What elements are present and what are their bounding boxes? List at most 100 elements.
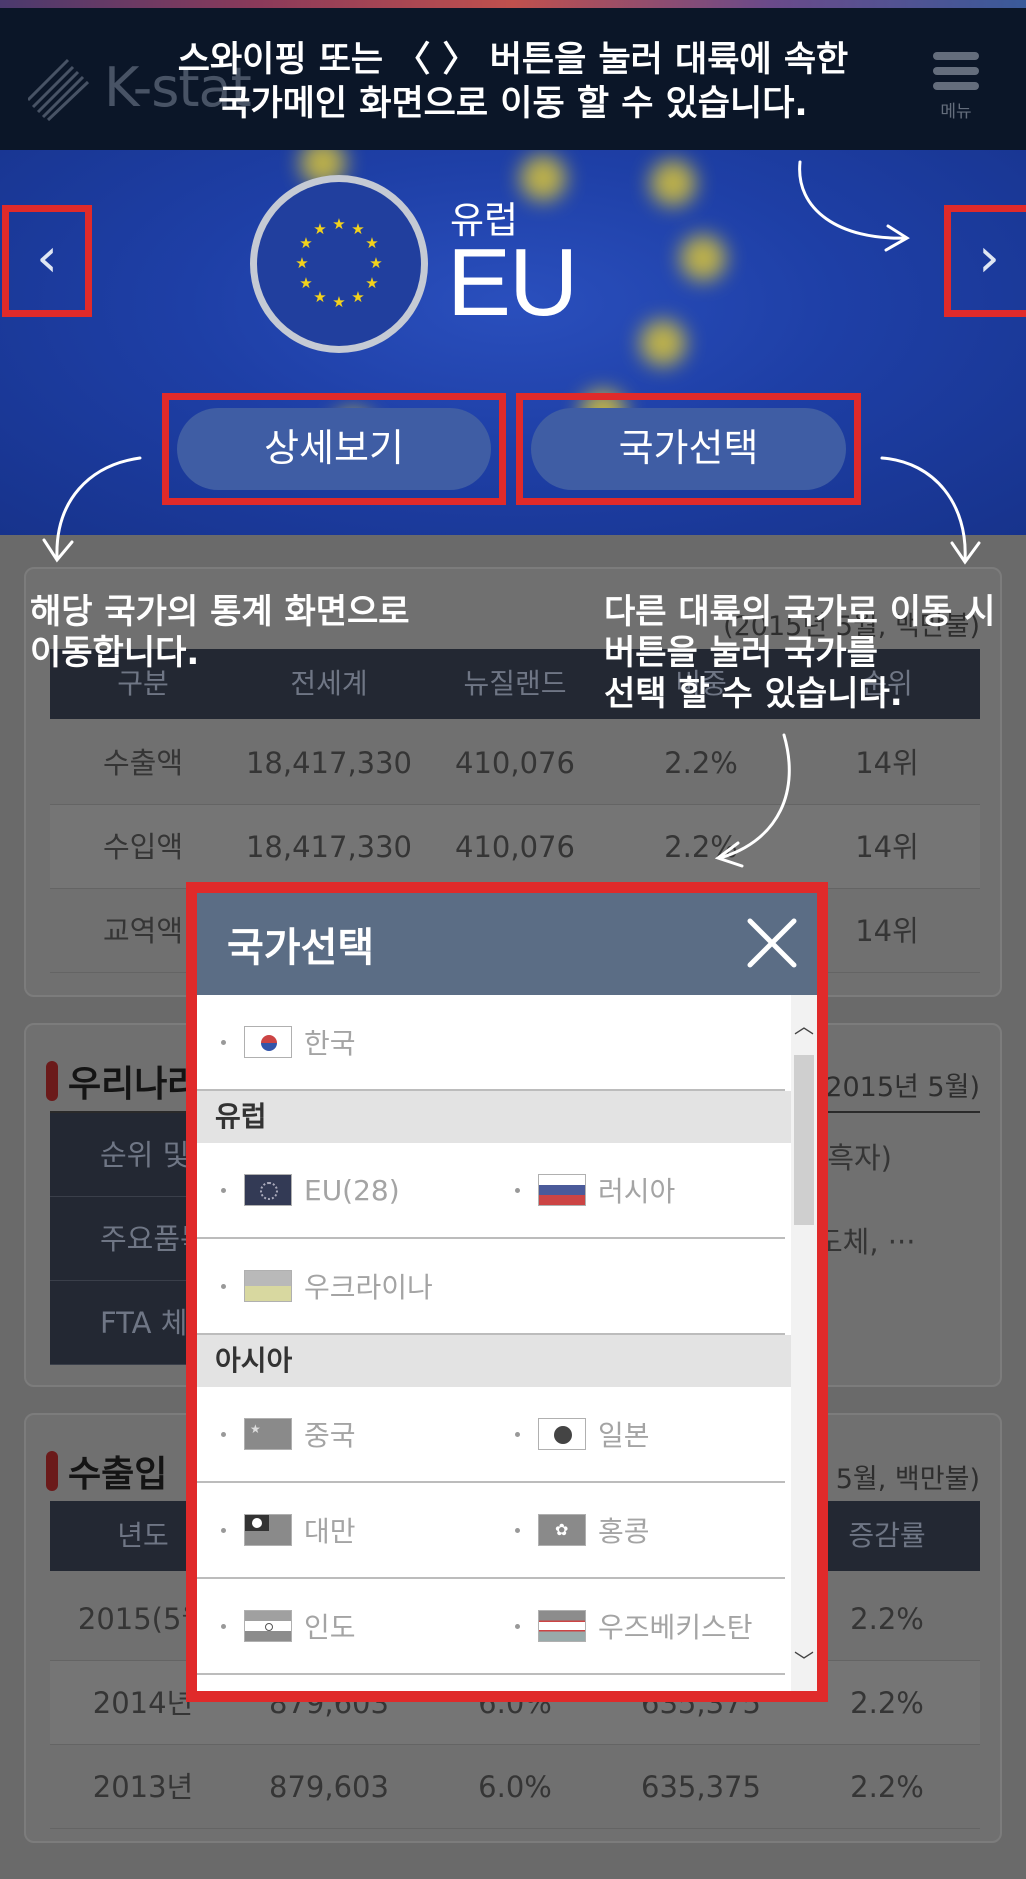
svg-text:★: ★ xyxy=(299,234,312,252)
china-flag-icon: ★ xyxy=(244,1418,292,1450)
title-marker xyxy=(46,1061,58,1101)
table-cell: 18,417,330 xyxy=(245,746,413,780)
country-option-taiwan[interactable]: 대만 xyxy=(197,1510,491,1550)
country-option-uzbekistan[interactable]: 우즈베키스탄 xyxy=(491,1606,785,1646)
background-star xyxy=(640,320,686,366)
scrollbar-thumb[interactable] xyxy=(794,1055,814,1225)
eu-flag-emblem: ★ ★ ★ ★ ★ ★ ★ ★ ★ ★ ★ ★ xyxy=(250,175,428,353)
table-row: 수출액 18,417,330 410,076 2.2% 14위 xyxy=(50,721,980,805)
bullet-icon xyxy=(221,1039,226,1045)
group-header-europe: 유럽 xyxy=(197,1091,791,1143)
popup-scrollbar[interactable]: ︿ ﹀ xyxy=(791,995,817,1691)
list-item: 대만 ✿ 홍콩 xyxy=(197,1483,785,1579)
korea-card-note: (2015년 5월) xyxy=(814,1072,980,1103)
svg-text:★: ★ xyxy=(332,215,345,233)
table-cell: 수입액 xyxy=(102,830,184,864)
chevron-left-icon: ‹ xyxy=(36,226,58,289)
bullet-icon xyxy=(221,1527,226,1533)
korea-card-title-text: 우리나라 xyxy=(68,1064,201,1105)
import-export-title-text: 수출입 xyxy=(68,1454,168,1495)
country-select-label: 국가선택 xyxy=(531,408,846,490)
eu-flag-icon xyxy=(244,1174,292,1206)
table-cell: 2.2% xyxy=(664,830,738,864)
country-name: 우크라이나 xyxy=(304,1271,433,1304)
import-export-note: 5월, 백만불) xyxy=(835,1464,980,1495)
country-option-eu[interactable]: EU(28) xyxy=(197,1174,491,1207)
country-name: 홍콩 xyxy=(598,1515,650,1548)
chevron-right-icon: › xyxy=(978,226,1000,289)
detail-view-label: 상세보기 xyxy=(177,408,491,490)
chevron-up-icon[interactable]: ︿ xyxy=(793,1015,815,1037)
list-item: ★ 중국 일본 xyxy=(197,1387,785,1483)
russia-flag-icon xyxy=(538,1174,586,1206)
chevron-down-icon[interactable]: ﹀ xyxy=(793,1650,815,1672)
table-cell: 2013년 xyxy=(92,1770,194,1804)
bullet-icon xyxy=(221,1187,226,1193)
bullet-icon xyxy=(515,1527,520,1533)
india-flag-icon xyxy=(244,1610,292,1642)
svg-text:★: ★ xyxy=(299,274,312,292)
bullet-icon xyxy=(515,1623,520,1629)
popup-title: 국가선택 xyxy=(227,925,375,971)
annotation-line: 버튼을 눌러 국가를 xyxy=(604,633,878,673)
country-name: 중국 xyxy=(304,1419,356,1452)
country-select-button[interactable]: 국가선택 xyxy=(516,393,861,505)
table-cell: 수출액 xyxy=(102,746,184,780)
svg-text:★: ★ xyxy=(351,288,364,306)
bullet-icon xyxy=(515,1187,520,1193)
import-export-title: 수출입 xyxy=(46,1445,167,1497)
korea-value: 도체, ··· xyxy=(816,1225,916,1259)
svg-text:★: ★ xyxy=(332,293,345,311)
japan-flag-icon xyxy=(538,1418,586,1450)
country-option-india[interactable]: 인도 xyxy=(197,1606,491,1646)
table-cell: 2.2% xyxy=(664,746,738,780)
svg-text:★: ★ xyxy=(295,254,308,272)
country-option-korea[interactable]: 한국 xyxy=(197,1022,491,1062)
svg-text:★: ★ xyxy=(369,254,382,272)
background-star xyxy=(680,235,726,281)
next-country-button[interactable]: › xyxy=(944,205,1026,317)
list-item: 한국 xyxy=(197,995,785,1091)
list-item: EU(28) 러시아 xyxy=(197,1143,785,1239)
korea-card-title: 우리나라 xyxy=(46,1055,200,1107)
uzbekistan-flag-icon xyxy=(538,1610,586,1642)
eu-stars-icon: ★ ★★ ★★★ ★★★ ★★★ xyxy=(295,215,382,311)
prev-country-button[interactable]: ‹ xyxy=(2,205,92,317)
table-cell: 410,076 xyxy=(455,746,575,780)
country-name: 대만 xyxy=(304,1515,356,1548)
svg-text:★: ★ xyxy=(351,220,364,238)
table-cell: 18,417,330 xyxy=(245,830,413,864)
annotation-line: 선택 할 수 있습니다. xyxy=(604,674,903,714)
country-select-popup[interactable]: 국가선택 한국 유럽 EU(28) 러시아 우크라이나 아시아 ★ 중국 일본 … xyxy=(186,882,828,1702)
korea-flag-icon xyxy=(244,1026,292,1058)
title-marker xyxy=(46,1451,58,1491)
table-cell: 2.2% xyxy=(850,1770,924,1804)
country-name: 우즈베키스탄 xyxy=(598,1611,753,1644)
country-name: 러시아 xyxy=(598,1175,676,1208)
select-annotation: 다른 대륙의 국가로 이동 시 버튼을 눌러 국가를 선택 할 수 있습니다. xyxy=(604,592,995,715)
country-option-ukraine[interactable]: 우크라이나 xyxy=(197,1266,491,1306)
country-option-china[interactable]: ★ 중국 xyxy=(197,1414,491,1454)
table-row: 2013년 879,603 6.0% 635,375 2.2% xyxy=(50,1745,980,1829)
close-icon[interactable] xyxy=(742,913,802,973)
svg-text:★: ★ xyxy=(365,274,378,292)
detail-view-button[interactable]: 상세보기 xyxy=(162,393,506,505)
annotation-line: 해당 국가의 통계 화면으로 xyxy=(30,592,410,632)
detail-annotation: 해당 국가의 통계 화면으로 이동합니다. xyxy=(30,592,410,674)
annotation-line: 스와이핑 또는 〈 〉 버튼을 눌러 대륙에 속한 xyxy=(177,40,849,80)
top-bar: K-stat 메뉴 스와이핑 또는 〈 〉 버튼을 눌러 대륙에 속한 국가메인… xyxy=(0,0,1026,150)
bullet-icon xyxy=(515,1431,520,1437)
taiwan-flag-icon xyxy=(244,1514,292,1546)
ukraine-flag-icon xyxy=(244,1270,292,1302)
country-hero[interactable]: ★ ★ ★ ★ ★ ★ ★ ★ ★ ★ ★ ★ 유럽 EU ‹ › 상세보기 국가선택 xyxy=(0,150,1026,535)
table-cell: 879,603 xyxy=(269,1770,389,1804)
country-option-russia[interactable]: 러시아 xyxy=(491,1170,785,1210)
table-cell: 635,375 xyxy=(641,1770,761,1804)
list-item: 우크라이나 xyxy=(197,1239,785,1335)
country-name: EU(28) xyxy=(304,1173,400,1207)
country-list[interactable]: 한국 유럽 EU(28) 러시아 우크라이나 아시아 ★ 중국 일본 대만 ✿ … xyxy=(197,995,791,1691)
hongkong-flag-icon: ✿ xyxy=(538,1514,586,1546)
svg-text:★: ★ xyxy=(365,234,378,252)
country-option-hongkong[interactable]: ✿ 홍콩 xyxy=(491,1510,785,1550)
country-option-japan[interactable]: 일본 xyxy=(491,1414,785,1454)
